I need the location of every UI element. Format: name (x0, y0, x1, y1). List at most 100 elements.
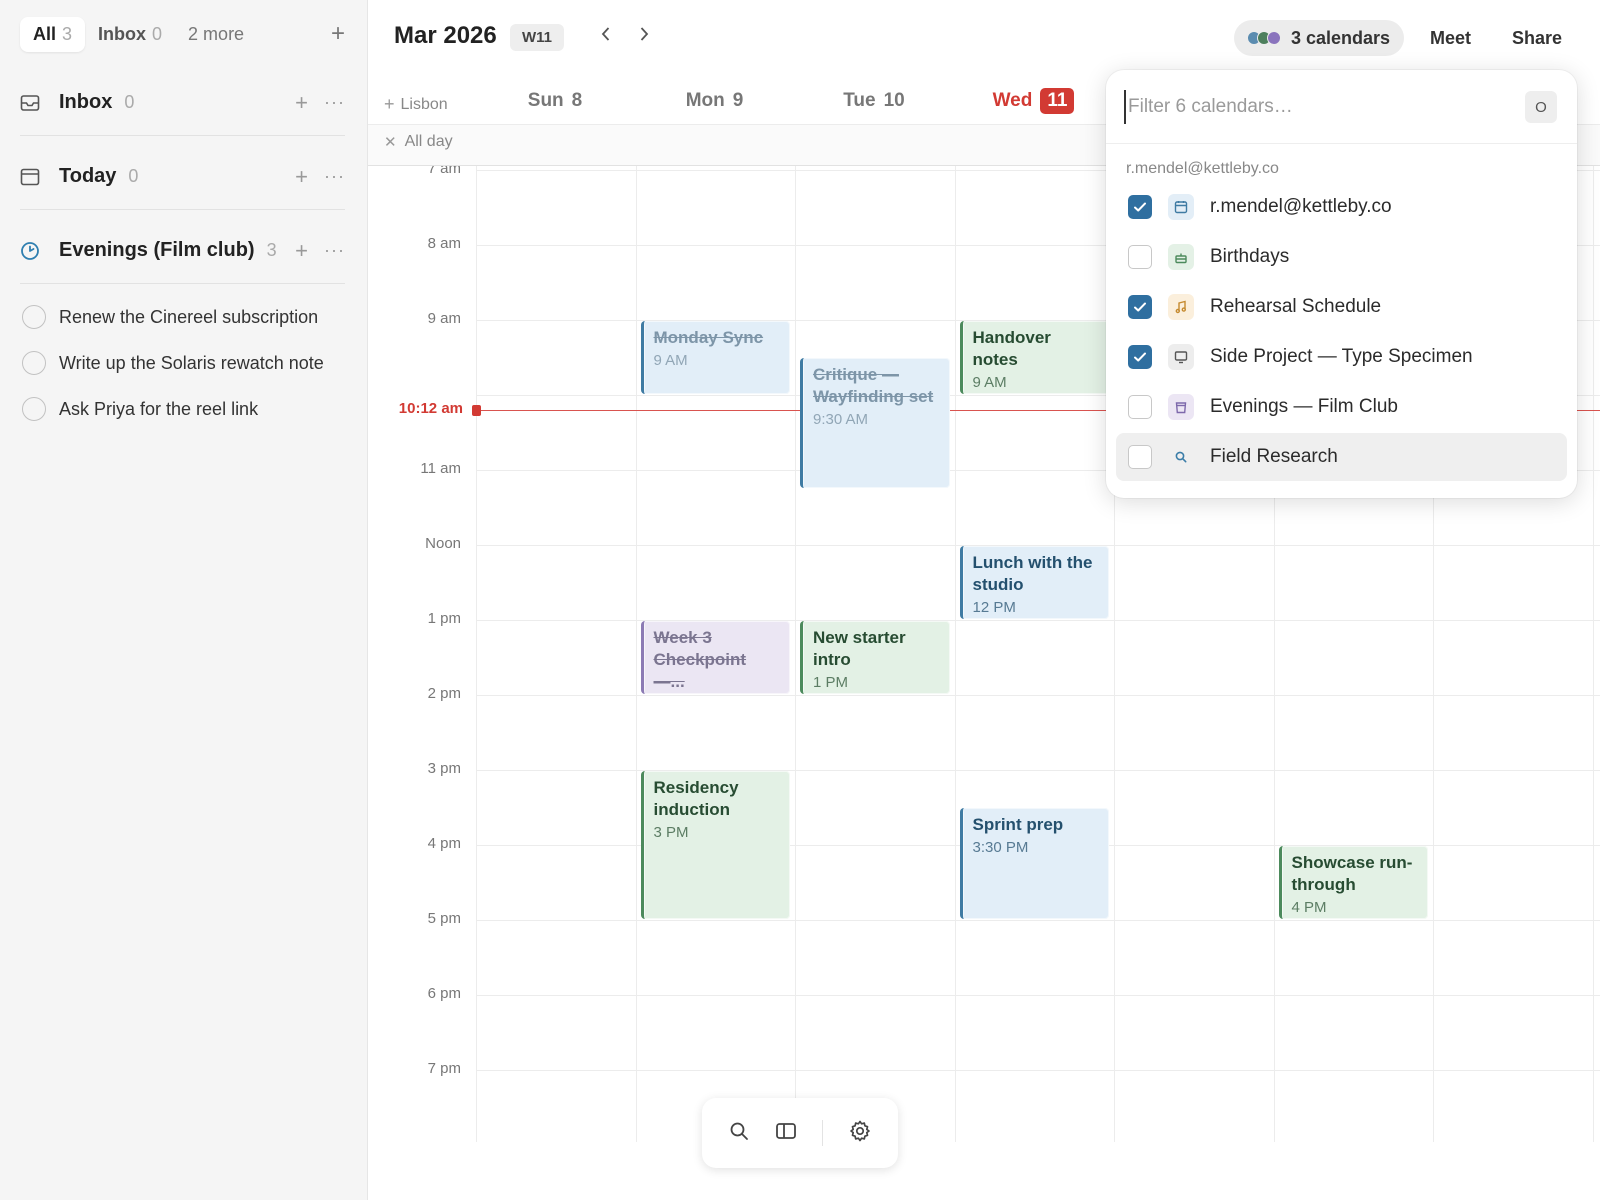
calendar-option[interactable]: Evenings — Film Club (1116, 383, 1567, 431)
event-card[interactable]: Lunch with the studio 12 PM (959, 545, 1109, 619)
task-checkbox[interactable] (22, 351, 46, 375)
task-checkbox[interactable] (22, 397, 46, 421)
hour-label: 8 am (427, 234, 461, 252)
hour-label: 5 pm (427, 909, 461, 927)
section-today[interactable]: Today 0 + ··· (20, 144, 345, 210)
more-icon[interactable]: ··· (324, 166, 345, 187)
calendar-checkbox[interactable] (1128, 295, 1152, 319)
add-icon[interactable]: + (295, 90, 308, 116)
music-note-icon (1168, 294, 1194, 320)
monitor-icon (1168, 344, 1194, 370)
section-evenings[interactable]: Evenings (Film club) 3 + ··· (20, 218, 345, 284)
hour-label: 4 pm (427, 834, 461, 852)
filter-calendars-input[interactable] (1124, 90, 1504, 124)
meet-button[interactable]: Meet (1430, 28, 1471, 49)
task-checkbox[interactable] (22, 305, 46, 329)
event-card[interactable]: Handover notes 9 AM (959, 320, 1109, 394)
hour-label: 1 pm (427, 609, 461, 627)
calendar-option[interactable]: Side Project — Type Specimen (1116, 333, 1567, 381)
event-time: 3 PM (653, 823, 689, 841)
section-count: 3 (266, 240, 277, 260)
day-header-wed[interactable]: Wed 11 (959, 86, 1109, 116)
list-item[interactable]: Ask Priya for the reel link (22, 394, 258, 424)
event-card[interactable]: Showcase run-through 4 PM (1278, 845, 1428, 919)
cake-icon (1168, 244, 1194, 270)
day-header-mon[interactable]: Mon 9 (640, 86, 790, 116)
calendar-checkbox[interactable] (1128, 245, 1152, 269)
event-time: 9 AM (972, 373, 1007, 391)
film-icon (1168, 394, 1194, 420)
more-icon[interactable]: ··· (324, 240, 345, 261)
calendar-name: Field Research (1210, 446, 1338, 467)
close-icon: ✕ (384, 134, 397, 151)
calendar-name: Birthdays (1210, 246, 1290, 267)
event-title: Showcase run-through (1291, 852, 1413, 894)
calendar-dots-icon (1247, 31, 1281, 45)
add-icon[interactable]: + (295, 164, 308, 190)
chevron-left-icon[interactable] (600, 25, 612, 49)
current-time-marker (472, 404, 481, 416)
calendar-option[interactable]: Birthdays (1116, 233, 1567, 281)
day-header-tue[interactable]: Tue 10 (799, 86, 949, 116)
calendar-option[interactable]: Rehearsal Schedule (1116, 283, 1567, 331)
event-title: Monday Sync (653, 327, 764, 347)
hour-line (476, 919, 1600, 921)
divider (821, 1120, 823, 1146)
task-title: Renew the Cinereel subscription (59, 306, 319, 327)
event-card[interactable]: Week 3 Checkpoint —...1 PM (640, 620, 790, 694)
search-icon[interactable] (728, 1120, 750, 1147)
more-icon[interactable]: ··· (324, 92, 345, 113)
add-icon[interactable]: + (295, 238, 308, 264)
progress-circle-icon (20, 241, 50, 261)
hour-label: 7 am (427, 166, 461, 177)
hour-label: 6 pm (427, 984, 461, 1002)
section-count: 0 (128, 166, 139, 186)
section-title: Inbox (59, 91, 113, 113)
hour-label: 9 am (427, 309, 461, 327)
timezone-button[interactable]: + Lisbon (384, 94, 448, 115)
section-title: Evenings (Film club) (59, 239, 255, 261)
section-title: Today (59, 165, 117, 187)
day-header-sun[interactable]: Sun 8 (480, 86, 630, 116)
add-icon: + (384, 94, 395, 114)
search-icon (1168, 444, 1194, 470)
event-title: Week 3 Checkpoint —... (653, 627, 747, 691)
event-card[interactable]: Monday Sync 9 AM (640, 320, 790, 394)
sidebar-tabs: All 3 Inbox 0 2 more + (20, 16, 345, 52)
hour-label: 11 am (420, 459, 461, 477)
calendar-checkbox[interactable] (1128, 445, 1152, 469)
event-time: 3:30 PM (972, 839, 1029, 857)
chevron-right-icon[interactable] (638, 25, 650, 49)
calendar-header: Mar 2026 W11 3 calendars Meet Share (368, 0, 1600, 76)
event-title: Handover notes (972, 327, 1051, 369)
calendar-checkbox[interactable] (1128, 395, 1152, 419)
calendar-checkbox[interactable] (1128, 195, 1152, 219)
add-list-icon[interactable]: + (331, 20, 345, 48)
gear-icon[interactable] (848, 1119, 872, 1148)
calendar-checkbox[interactable] (1128, 345, 1152, 369)
calendar-name: Evenings — Film Club (1210, 396, 1398, 417)
shortcut-badge: O (1525, 91, 1557, 123)
inbox-icon (20, 94, 50, 112)
event-card[interactable]: New starter intro 1 PM (800, 620, 950, 694)
sidebar-toggle-icon[interactable] (775, 1121, 797, 1146)
tab-all[interactable]: All 3 (20, 16, 86, 52)
list-item[interactable]: Write up the Solaris rewatch note (22, 348, 324, 378)
event-time: 4 PM (1291, 898, 1327, 916)
event-time: 12 PM (972, 598, 1016, 616)
list-item[interactable]: Renew the Cinereel subscription (22, 302, 318, 332)
event-card[interactable]: Residency induction 3 PM (640, 770, 790, 919)
event-title: Critique — Wayfinding set (813, 365, 934, 407)
all-day-toggle[interactable]: ✕ All day (384, 133, 453, 151)
tab-more[interactable]: 2 more (175, 17, 257, 52)
calendar-icon (1168, 194, 1194, 220)
event-card[interactable]: Critique — Wayfinding set 9:30 AM (800, 358, 950, 488)
calendar-option[interactable]: r.mendel@kettleby.co (1116, 183, 1567, 231)
event-title: Residency induction (653, 777, 739, 819)
calendar-option[interactable]: Field Research (1116, 433, 1567, 481)
event-card[interactable]: Sprint prep 3:30 PM (959, 808, 1109, 919)
section-inbox[interactable]: Inbox 0 + ··· (20, 70, 345, 136)
share-button[interactable]: Share (1512, 28, 1562, 49)
calendars-toggle-button[interactable]: 3 calendars (1234, 20, 1405, 56)
tab-inbox[interactable]: Inbox 0 (85, 17, 175, 52)
